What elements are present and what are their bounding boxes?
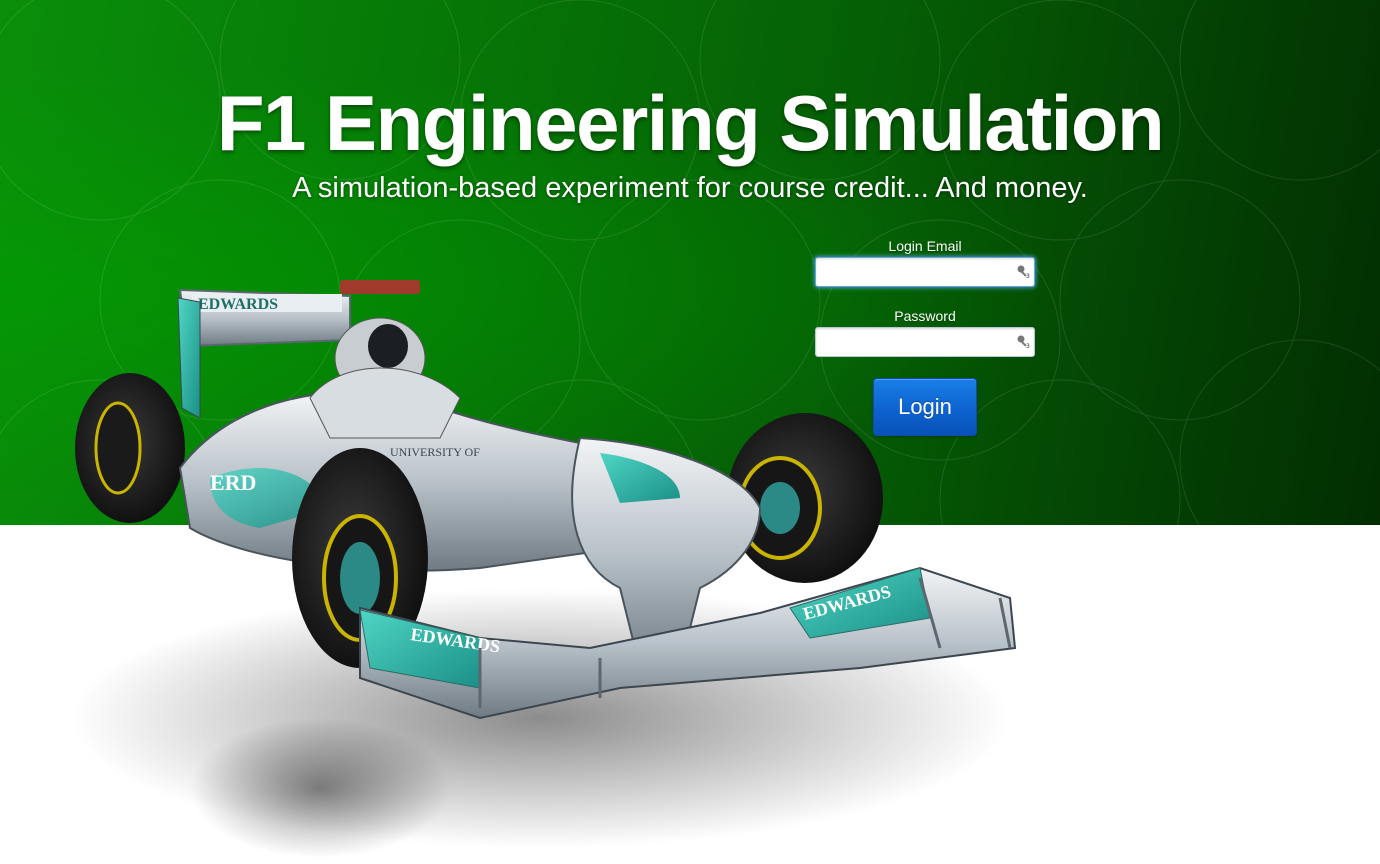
svg-text:3: 3 [1026, 343, 1030, 349]
email-field[interactable] [815, 257, 1035, 287]
password-block: Password 3 [815, 308, 1035, 357]
page-subtitle: A simulation-based experiment for course… [292, 172, 1088, 204]
login-form: Login Email 3 Password 3 Login [815, 238, 1035, 436]
email-label: Login Email [888, 238, 962, 254]
svg-text:3: 3 [1026, 273, 1030, 279]
password-label: Password [894, 308, 956, 324]
svg-text:ERD: ERD [210, 470, 256, 495]
password-field-wrap: 3 [815, 327, 1035, 357]
email-field-wrap: 3 [815, 257, 1035, 287]
svg-text:EDWARDS: EDWARDS [198, 296, 278, 313]
login-button[interactable]: Login [873, 378, 977, 436]
password-manager-key-icon[interactable]: 3 [1015, 263, 1031, 279]
svg-text:UNIVERSITY OF: UNIVERSITY OF [390, 445, 480, 459]
password-manager-key-icon[interactable]: 3 [1015, 333, 1031, 349]
password-field[interactable] [815, 327, 1035, 357]
page-title: F1 Engineering Simulation [216, 79, 1165, 167]
